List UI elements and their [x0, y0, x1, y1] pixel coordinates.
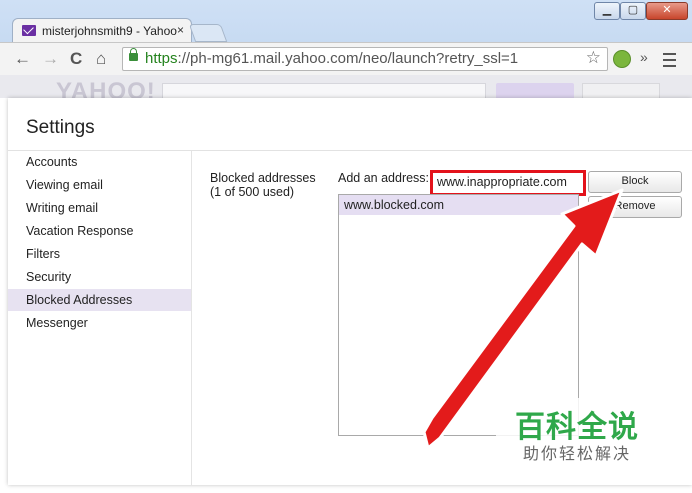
watermark-subtitle: 助你轻松解决: [523, 444, 632, 463]
watermark: 百科全说 助你轻松解决: [496, 398, 676, 468]
